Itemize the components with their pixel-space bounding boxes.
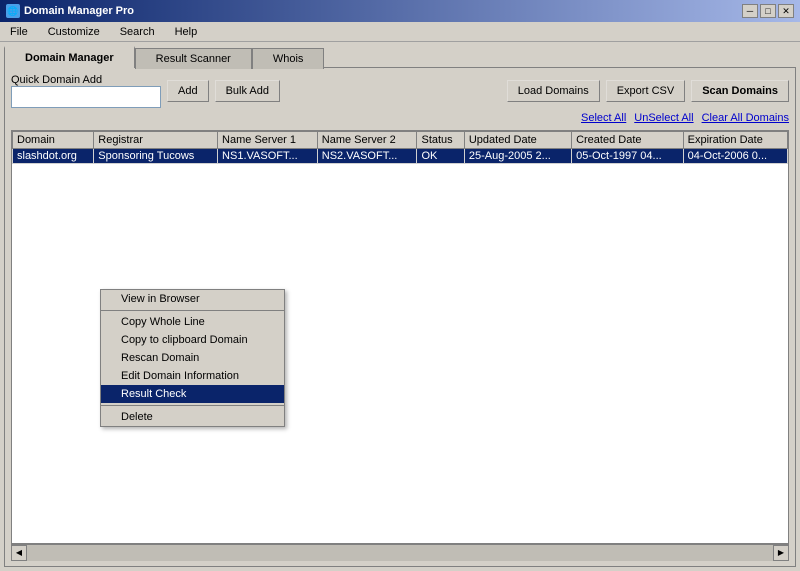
- cell-created: 05-Oct-1997 04...: [572, 149, 684, 164]
- scan-domains-button[interactable]: Scan Domains: [691, 80, 789, 102]
- col-ns1: Name Server 1: [218, 132, 318, 149]
- col-status: Status: [417, 132, 464, 149]
- context-menu-item-copy-domain[interactable]: Copy to clipboard Domain: [101, 331, 284, 349]
- col-created: Created Date: [572, 132, 684, 149]
- context-menu-item-edit[interactable]: Edit Domain Information: [101, 367, 284, 385]
- select-all-button[interactable]: Select All: [581, 112, 626, 124]
- load-domains-button[interactable]: Load Domains: [507, 80, 600, 102]
- app-icon: 🌐: [6, 4, 20, 18]
- unselect-all-button[interactable]: UnSelect All: [634, 112, 693, 124]
- window-controls: ─ □ ✕: [742, 4, 794, 18]
- context-menu-separator: [101, 310, 284, 311]
- tab-bar: Domain Manager Result Scanner Whois: [4, 46, 796, 67]
- maximize-button[interactable]: □: [760, 4, 776, 18]
- add-button[interactable]: Add: [167, 80, 209, 102]
- menu-help[interactable]: Help: [169, 24, 204, 40]
- menu-bar: File Customize Search Help: [0, 22, 800, 42]
- menu-customize[interactable]: Customize: [42, 24, 106, 40]
- col-registrar: Registrar: [94, 132, 218, 149]
- export-csv-button[interactable]: Export CSV: [606, 80, 685, 102]
- window-title: Domain Manager Pro: [24, 5, 134, 17]
- domain-table: Domain Registrar Name Server 1 Name Serv…: [12, 131, 788, 164]
- cell-status: OK: [417, 149, 464, 164]
- col-updated: Updated Date: [464, 132, 571, 149]
- col-ns2: Name Server 2: [317, 132, 417, 149]
- menu-file[interactable]: File: [4, 24, 34, 40]
- context-menu-item-rescan[interactable]: Rescan Domain: [101, 349, 284, 367]
- cell-updated: 25-Aug-2005 2...: [464, 149, 571, 164]
- tab-result-scanner[interactable]: Result Scanner: [135, 48, 252, 69]
- toolbar-row2: Select All UnSelect All Clear All Domain…: [11, 112, 789, 124]
- col-expiration: Expiration Date: [683, 132, 787, 149]
- context-menu-item-view[interactable]: View in Browser: [101, 290, 284, 308]
- scroll-left-arrow[interactable]: ◀: [11, 545, 27, 561]
- quick-add-label: Quick Domain Add: [11, 74, 161, 86]
- context-menu-item-result-check[interactable]: Result Check: [101, 385, 284, 403]
- cell-domain: slashdot.org: [13, 149, 94, 164]
- main-panel: Quick Domain Add Add Bulk Add Load Domai…: [4, 67, 796, 567]
- table-row[interactable]: slashdot.org Sponsoring Tucows NS1.VASOF…: [13, 149, 788, 164]
- tab-domain-manager[interactable]: Domain Manager: [4, 46, 135, 68]
- close-button[interactable]: ✕: [778, 4, 794, 18]
- title-bar: 🌐 Domain Manager Pro ─ □ ✕: [0, 0, 800, 22]
- quick-add-input[interactable]: [11, 86, 161, 108]
- col-domain: Domain: [13, 132, 94, 149]
- scroll-track[interactable]: [27, 545, 773, 561]
- minimize-button[interactable]: ─: [742, 4, 758, 18]
- cell-ns1: NS1.VASOFT...: [218, 149, 318, 164]
- menu-search[interactable]: Search: [114, 24, 161, 40]
- quick-add-section: Quick Domain Add: [11, 74, 161, 108]
- toolbar-row1: Quick Domain Add Add Bulk Add Load Domai…: [11, 74, 789, 108]
- horizontal-scrollbar[interactable]: ◀ ▶: [11, 544, 789, 560]
- main-content: Domain Manager Result Scanner Whois Quic…: [0, 42, 800, 571]
- bulk-add-button[interactable]: Bulk Add: [215, 80, 280, 102]
- context-menu-item-copy-line[interactable]: Copy Whole Line: [101, 313, 284, 331]
- context-menu: View in Browser Copy Whole Line Copy to …: [100, 289, 285, 427]
- context-menu-item-delete[interactable]: Delete: [101, 408, 284, 426]
- cell-expiration: 04-Oct-2006 0...: [683, 149, 787, 164]
- cell-registrar: Sponsoring Tucows: [94, 149, 218, 164]
- scroll-right-arrow[interactable]: ▶: [773, 545, 789, 561]
- clear-all-button[interactable]: Clear All Domains: [702, 112, 789, 124]
- cell-ns2: NS2.VASOFT...: [317, 149, 417, 164]
- context-menu-separator2: [101, 405, 284, 406]
- tab-whois[interactable]: Whois: [252, 48, 325, 69]
- domain-table-container[interactable]: Domain Registrar Name Server 1 Name Serv…: [11, 130, 789, 544]
